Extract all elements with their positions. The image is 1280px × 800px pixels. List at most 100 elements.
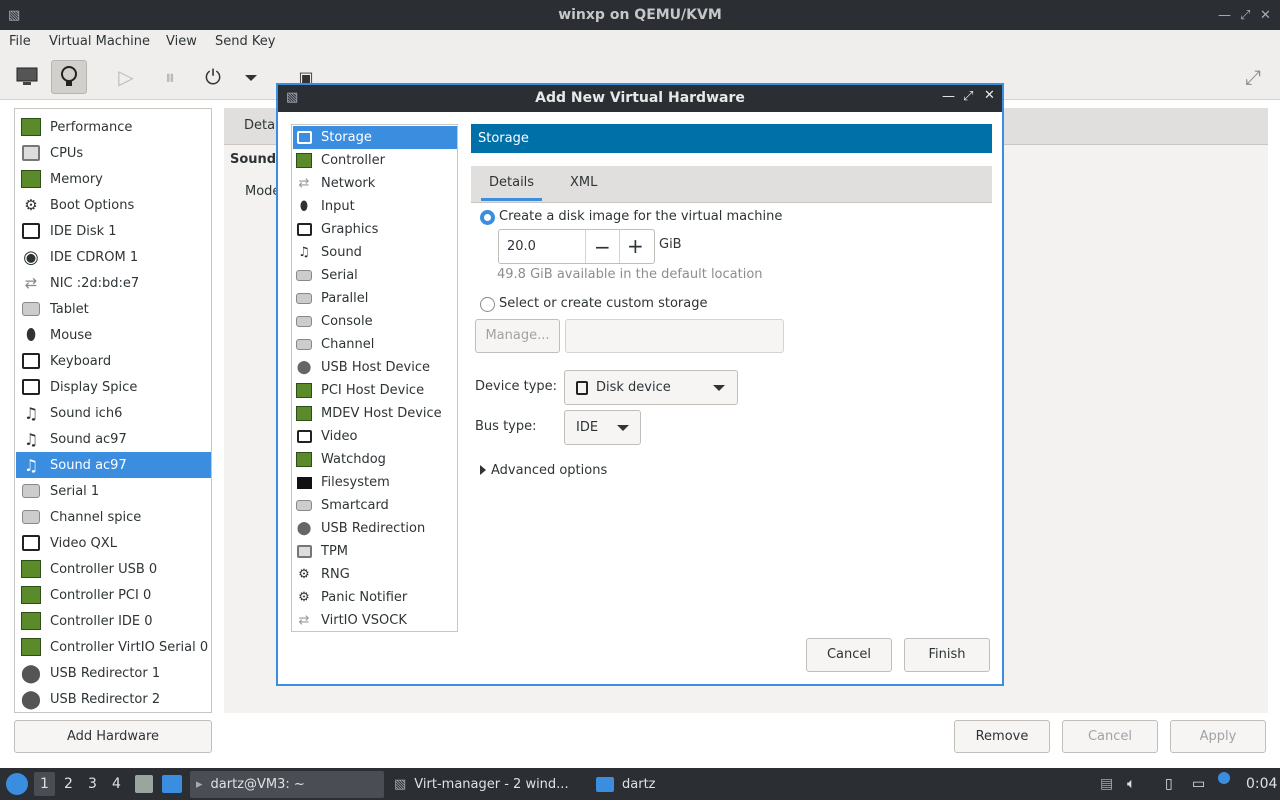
- maximize-icon[interactable]: ⤢: [963, 89, 973, 104]
- network-status-icon[interactable]: ▭: [1192, 776, 1205, 792]
- files-launcher-icon[interactable]: [135, 775, 153, 793]
- create-disk-radio[interactable]: [480, 210, 495, 225]
- device-type-item[interactable]: Controller: [293, 149, 457, 172]
- disk-size-stepper[interactable]: 20.0 − +: [498, 229, 655, 264]
- hardware-item[interactable]: Display Spice: [16, 374, 211, 400]
- hardware-item[interactable]: Video QXL: [16, 530, 211, 556]
- hardware-item[interactable]: Channel spice: [16, 504, 211, 530]
- manage-button[interactable]: Manage...: [475, 319, 560, 353]
- workspace-3[interactable]: 3: [88, 776, 97, 792]
- workspace-2[interactable]: 2: [64, 776, 73, 792]
- clipboard-icon[interactable]: ▯: [1165, 776, 1173, 792]
- hardware-item[interactable]: IDE Disk 1: [16, 218, 211, 244]
- close-icon[interactable]: ✕: [1260, 8, 1271, 23]
- pause-button[interactable]: ⏸: [152, 60, 188, 94]
- bus-type-dropdown[interactable]: IDE: [564, 410, 641, 445]
- device-type-item[interactable]: ⇄ Network: [293, 172, 457, 195]
- shutdown-menu-button[interactable]: [234, 60, 268, 94]
- hardware-item[interactable]: ⬤ USB Redirector 2: [16, 686, 211, 712]
- cancel-button[interactable]: Cancel: [1062, 720, 1158, 753]
- start-menu-icon[interactable]: [6, 773, 28, 795]
- fullscreen-button[interactable]: ⤢: [1235, 60, 1271, 94]
- hardware-item[interactable]: Keyboard: [16, 348, 211, 374]
- tab-details[interactable]: Deta: [244, 118, 275, 133]
- device-type-item[interactable]: Channel: [293, 333, 457, 356]
- notification-icon[interactable]: [1218, 772, 1230, 784]
- maximize-icon[interactable]: ⤢: [1240, 8, 1250, 23]
- disk-size-input[interactable]: 20.0: [507, 239, 536, 254]
- details-view-button[interactable]: [51, 60, 87, 94]
- hardware-item[interactable]: ♫ Sound ac97: [16, 426, 211, 452]
- hardware-item[interactable]: ⇄ NIC :2d:bd:e7: [16, 270, 211, 296]
- hardware-item[interactable]: Memory: [16, 166, 211, 192]
- device-type-item[interactable]: Filesystem: [293, 471, 457, 494]
- hardware-item[interactable]: Controller IDE 0: [16, 608, 211, 634]
- workspace-4[interactable]: 4: [112, 776, 121, 792]
- device-type-dropdown[interactable]: Disk device: [564, 370, 738, 405]
- device-type-item[interactable]: PCI Host Device: [293, 379, 457, 402]
- hardware-item[interactable]: Controller USB 0: [16, 556, 211, 582]
- menu-view[interactable]: View: [166, 34, 197, 49]
- hardware-item[interactable]: Controller PCI 0: [16, 582, 211, 608]
- custom-storage-path-input[interactable]: [565, 319, 784, 353]
- expander-arrow-icon[interactable]: [480, 465, 486, 475]
- volume-icon[interactable]: 🔈︎: [1127, 776, 1135, 792]
- custom-storage-radio[interactable]: [480, 297, 495, 312]
- tab-details[interactable]: Details: [481, 175, 543, 201]
- device-type-item[interactable]: TPM: [293, 540, 457, 563]
- device-type-item[interactable]: Console: [293, 310, 457, 333]
- device-usb-icon: ⬤: [296, 360, 312, 375]
- hardware-item[interactable]: ♫ Sound ich6: [16, 400, 211, 426]
- menu-send-key[interactable]: Send Key: [215, 34, 275, 49]
- run-button[interactable]: ▷: [108, 60, 144, 94]
- hardware-item[interactable]: ♫ Sound ac97: [16, 452, 211, 478]
- device-type-item[interactable]: ⇄ VirtIO VSOCK: [293, 609, 457, 631]
- device-type-item[interactable]: ⚙ RNG: [293, 563, 457, 586]
- device-type-item[interactable]: ⚙ Panic Notifier: [293, 586, 457, 609]
- battery-icon[interactable]: ▤: [1100, 776, 1113, 792]
- console-view-button[interactable]: [9, 60, 45, 94]
- hardware-item[interactable]: Tablet: [16, 296, 211, 322]
- shutdown-button[interactable]: ⏻: [195, 60, 231, 94]
- device-type-item[interactable]: Smartcard: [293, 494, 457, 517]
- menu-virtual-machine[interactable]: Virtual Machine: [49, 34, 150, 49]
- device-type-item[interactable]: ⬤ USB Redirection: [293, 517, 457, 540]
- hardware-item[interactable]: Controller VirtIO Serial 0: [16, 634, 211, 660]
- device-type-item[interactable]: ⬮ Input: [293, 195, 457, 218]
- hardware-item[interactable]: Performance: [16, 114, 211, 140]
- device-type-item[interactable]: Video: [293, 425, 457, 448]
- hardware-item[interactable]: ◉ IDE CDROM 1: [16, 244, 211, 270]
- hardware-item[interactable]: ⬤ USB Redirector 1: [16, 660, 211, 686]
- dialog-cancel-button[interactable]: Cancel: [806, 638, 892, 672]
- tab-xml[interactable]: XML: [570, 175, 597, 190]
- increment-button[interactable]: +: [627, 234, 644, 258]
- task-terminal[interactable]: ▸ dartz@VM3: ~: [190, 771, 384, 798]
- device-type-item[interactable]: Parallel: [293, 287, 457, 310]
- remove-button[interactable]: Remove: [954, 720, 1050, 753]
- workspace-1[interactable]: 1: [40, 776, 49, 792]
- desktop-launcher-icon[interactable]: [162, 775, 182, 793]
- device-type-item[interactable]: ♫ Sound: [293, 241, 457, 264]
- device-type-item[interactable]: Watchdog: [293, 448, 457, 471]
- device-type-item[interactable]: ⬤ USB Host Device: [293, 356, 457, 379]
- apply-button[interactable]: Apply: [1170, 720, 1266, 753]
- device-type-item[interactable]: Storage: [293, 126, 457, 149]
- device-type-item[interactable]: MDEV Host Device: [293, 402, 457, 425]
- advanced-options-expander[interactable]: Advanced options: [491, 463, 607, 478]
- dialog-finish-button[interactable]: Finish: [904, 638, 990, 672]
- device-type-item[interactable]: Graphics: [293, 218, 457, 241]
- menu-file[interactable]: File: [9, 34, 31, 49]
- decrement-button[interactable]: −: [594, 235, 611, 259]
- close-icon[interactable]: ✕: [984, 88, 995, 103]
- hardware-item[interactable]: ⚙ Boot Options: [16, 192, 211, 218]
- task-folder[interactable]: dartz: [590, 771, 710, 798]
- add-hardware-button[interactable]: Add Hardware: [14, 720, 212, 753]
- minimize-icon[interactable]: —: [1218, 8, 1231, 23]
- task-virt-manager[interactable]: ▧ Virt-manager - 2 wind...: [388, 771, 584, 798]
- minimize-icon[interactable]: —: [942, 89, 955, 104]
- hardware-item[interactable]: CPUs: [16, 140, 211, 166]
- hardware-item[interactable]: Serial 1: [16, 478, 211, 504]
- device-type-item[interactable]: Serial: [293, 264, 457, 287]
- custom-storage-label: Select or create custom storage: [499, 296, 708, 311]
- hardware-item[interactable]: ⬮ Mouse: [16, 322, 211, 348]
